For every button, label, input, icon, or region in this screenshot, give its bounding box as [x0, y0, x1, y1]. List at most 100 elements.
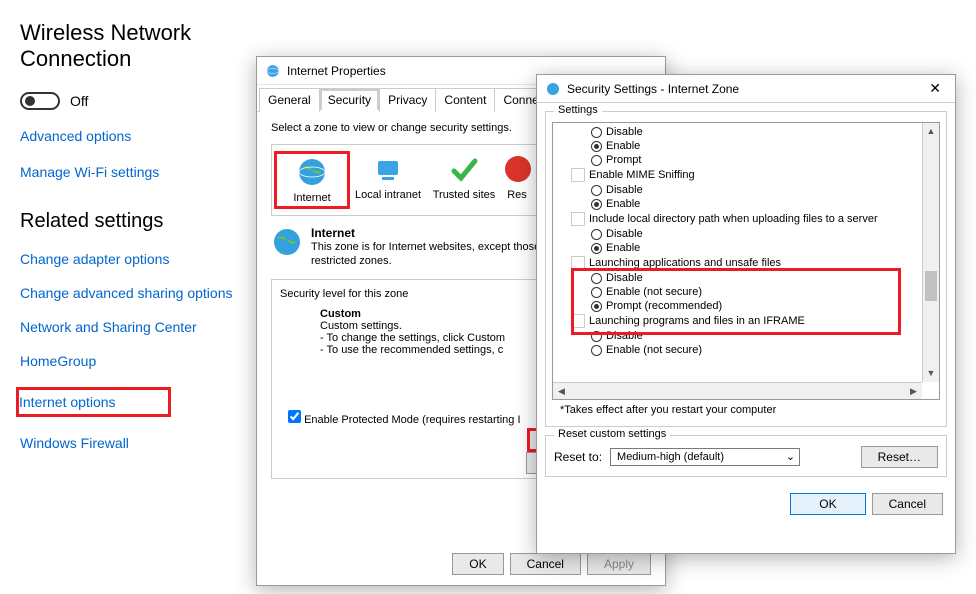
cancel-button[interactable]: Cancel [872, 493, 943, 515]
tree-option[interactable]: Disable [591, 183, 935, 197]
internet-options-link[interactable]: Internet options [16, 387, 171, 417]
related-settings-heading: Related settings [20, 210, 270, 233]
radio-icon[interactable] [591, 199, 602, 210]
restricted-icon [502, 153, 534, 185]
wifi-toggle[interactable] [20, 92, 60, 110]
tree-label: Disable [606, 228, 643, 240]
reset-to-select[interactable]: Medium-high (default) [610, 448, 800, 466]
tree-option[interactable]: Disable [591, 329, 935, 343]
internet-options-icon [265, 63, 281, 79]
ss-title: Security Settings - Internet Zone [567, 82, 739, 96]
zone-label: Local intranet [355, 189, 421, 201]
settings-group: Settings DisableEnablePromptEnable MIME … [545, 111, 947, 427]
zone-label: Internet [293, 192, 330, 204]
intranet-icon [372, 153, 404, 185]
homegroup-link[interactable]: HomeGroup [20, 353, 270, 369]
radio-icon[interactable] [591, 229, 602, 240]
radio-icon[interactable] [591, 331, 602, 342]
scroll-down-icon[interactable]: ▼ [923, 365, 939, 382]
reset-button[interactable]: Reset… [861, 446, 938, 468]
scroll-left-icon[interactable]: ◀ [553, 383, 570, 399]
tree-option[interactable]: Disable [591, 125, 935, 139]
change-adapter-link[interactable]: Change adapter options [20, 251, 270, 267]
tree-option[interactable]: Disable [591, 227, 935, 241]
reset-custom-group: Reset custom settings Reset to: Medium-h… [545, 435, 947, 477]
tree-label: Disable [606, 184, 643, 196]
security-settings-dialog: Security Settings - Internet Zone ✕ Sett… [536, 74, 956, 554]
scroll-thumb[interactable] [925, 271, 937, 301]
tab-general[interactable]: General [259, 88, 320, 112]
settings-group-label: Settings [554, 104, 602, 116]
apply-button[interactable]: Apply [587, 553, 651, 575]
setting-category-icon [571, 168, 585, 182]
windows-firewall-link[interactable]: Windows Firewall [20, 435, 270, 451]
tree-heading: Enable MIME Sniffing [571, 167, 935, 183]
tree-option[interactable]: Enable (not secure) [591, 285, 935, 299]
scroll-up-icon[interactable]: ▲ [923, 123, 939, 140]
settings-tree[interactable]: Disable Enable Prompt Enable MIME Sniffing D… [552, 122, 940, 400]
ok-button[interactable]: OK [452, 553, 503, 575]
tab-security[interactable]: Security [319, 88, 380, 112]
protected-mode-checkbox[interactable]: Enable Protected Mode (requires restarti… [288, 410, 521, 426]
tree-label: Enable MIME Sniffing [589, 169, 695, 181]
reset-to-label: Reset to: [554, 450, 602, 464]
radio-icon[interactable] [591, 155, 602, 166]
network-sharing-link[interactable]: Network and Sharing Center [20, 319, 270, 335]
tree-heading: Launching applications and unsafe files [571, 255, 935, 271]
radio-icon[interactable] [591, 273, 602, 284]
cancel-button[interactable]: Cancel [510, 553, 581, 575]
tree-option[interactable]: Prompt (recommended) [591, 299, 935, 313]
advanced-sharing-link[interactable]: Change advanced sharing options [20, 285, 270, 301]
reset-to-value: Medium-high (default) [617, 451, 724, 463]
tree-label: Enable [606, 140, 640, 152]
tree-label: Disable [606, 126, 643, 138]
related-links: Change adapter options Change advanced s… [20, 251, 270, 451]
restart-footnote: *Takes effect after you restart your com… [560, 404, 932, 416]
reset-group-label: Reset custom settings [554, 428, 670, 440]
advanced-options-link[interactable]: Advanced options [20, 128, 270, 144]
manage-wifi-link[interactable]: Manage Wi-Fi settings [20, 164, 270, 180]
tree-heading: Launching programs and files in an IFRAM… [571, 313, 935, 329]
zone-label: Trusted sites [433, 189, 496, 201]
tree-option[interactable]: Disable [591, 271, 935, 285]
protected-mode-label: Enable Protected Mode (requires restarti… [304, 414, 520, 426]
ok-button[interactable]: OK [790, 493, 865, 515]
radio-icon[interactable] [591, 243, 602, 254]
protected-mode-input[interactable] [288, 410, 301, 423]
vertical-scrollbar[interactable]: ▲ ▼ [922, 123, 939, 382]
tab-privacy[interactable]: Privacy [379, 88, 436, 112]
radio-icon[interactable] [591, 127, 602, 138]
tree-label: Enable [606, 198, 640, 210]
scroll-right-icon[interactable]: ▶ [905, 383, 922, 399]
tree-option[interactable]: Enable [591, 241, 935, 255]
radio-icon[interactable] [591, 287, 602, 298]
checkmark-icon [448, 153, 480, 185]
wifi-toggle-row: Off [20, 92, 270, 110]
zone-local-intranet[interactable]: Local intranet [350, 151, 426, 209]
setting-category-icon [571, 212, 585, 226]
globe-icon [271, 226, 303, 258]
tree-option[interactable]: Prompt [591, 153, 935, 167]
radio-icon[interactable] [591, 345, 602, 356]
tree-option[interactable]: Enable [591, 139, 935, 153]
tree-option[interactable]: Enable (not secure) [591, 343, 935, 357]
tree-option[interactable]: Enable [591, 197, 935, 211]
wifi-settings-panel: Wireless Network Connection Off Advanced… [20, 20, 270, 469]
radio-icon[interactable] [591, 185, 602, 196]
radio-icon[interactable] [591, 141, 602, 152]
radio-icon[interactable] [591, 301, 602, 312]
zone-trusted[interactable]: Trusted sites [426, 151, 502, 209]
ss-bottom-buttons: OK Cancel [537, 485, 955, 523]
ss-titlebar[interactable]: Security Settings - Internet Zone ✕ [537, 75, 955, 103]
horizontal-scrollbar[interactable]: ◀ ▶ [553, 382, 922, 399]
zone-restricted[interactable]: Res [502, 151, 532, 209]
zone-internet[interactable]: Internet [274, 151, 350, 209]
tree-label: Include local directory path when upload… [589, 213, 878, 225]
tab-content[interactable]: Content [435, 88, 495, 112]
tree-label: Disable [606, 330, 643, 342]
tree-label: Prompt (recommended) [606, 300, 722, 312]
globe-icon [545, 81, 561, 97]
tree-label: Prompt [606, 154, 641, 166]
close-icon[interactable]: ✕ [923, 80, 947, 97]
tree-label: Enable [606, 242, 640, 254]
